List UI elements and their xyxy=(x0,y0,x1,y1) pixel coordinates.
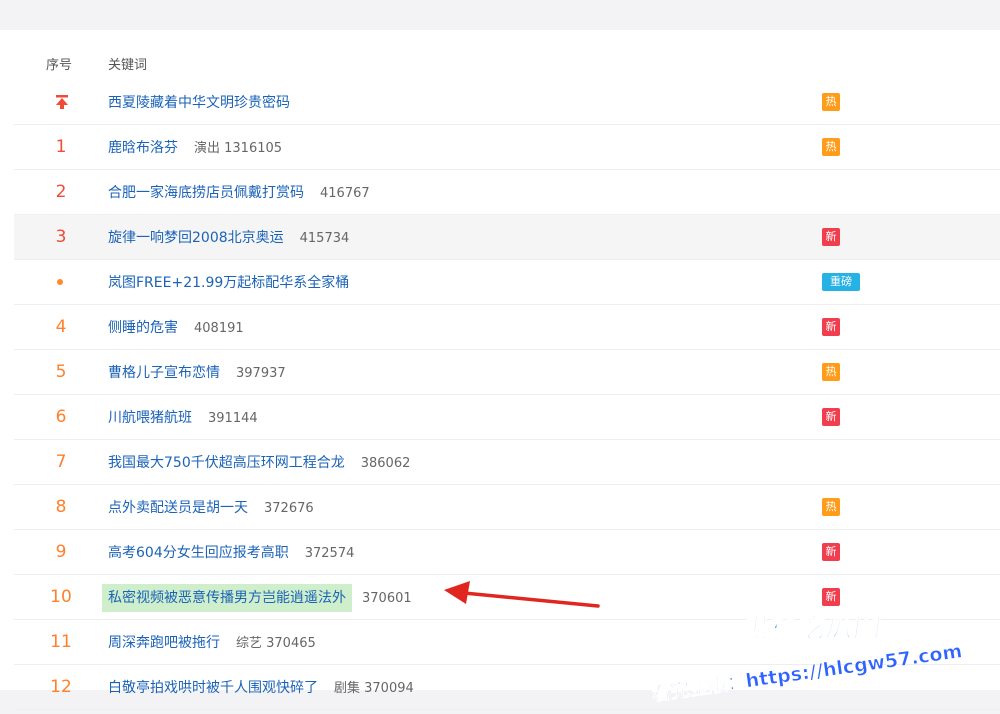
status-badge: 新 xyxy=(822,318,840,336)
keyword-cell: 旋律一响梦回2008北京奥运 415734 xyxy=(102,223,349,251)
table-row[interactable]: 1 鹿晗布洛芬 演出 1316105 热 xyxy=(14,125,1000,170)
rank-number: 3 xyxy=(55,227,67,247)
table-row[interactable]: 9 高考604分女生回应报考高职 372574 新 xyxy=(14,530,1000,575)
rank-number: 12 xyxy=(50,677,72,697)
keyword-link[interactable]: 西夏陵藏着中华文明珍贵密码 xyxy=(102,89,296,117)
watermark: 黑料吃瓜网 看完整版：https://hlcgw57.com xyxy=(650,606,1000,714)
keyword-cell: 西夏陵藏着中华文明珍贵密码 xyxy=(102,88,296,116)
keyword-cell: 周深奔跑吧被拖行 综艺 370465 xyxy=(102,628,316,656)
keyword-link[interactable]: 合肥一家海底捞店员佩戴打赏码 xyxy=(102,179,310,207)
keyword-cell: 合肥一家海底捞店员佩戴打赏码 416767 xyxy=(102,178,370,206)
heat-count: 416767 xyxy=(320,186,370,201)
keyword-cell: 高考604分女生回应报考高职 372574 xyxy=(102,538,354,566)
keyword-link[interactable]: 高考604分女生回应报考高职 xyxy=(102,539,295,567)
keyword-link[interactable]: 周深奔跑吧被拖行 xyxy=(102,629,226,657)
keyword-link[interactable]: 川航喂猪航班 xyxy=(102,404,198,432)
status-badge: 新 xyxy=(822,408,840,426)
rank-number: 10 xyxy=(50,587,72,607)
keyword-link[interactable]: 鹿晗布洛芬 xyxy=(102,134,184,162)
status-badge: 热 xyxy=(822,363,840,381)
status-badge: 热 xyxy=(822,138,840,156)
keyword-link[interactable]: 侧睡的危害 xyxy=(102,314,184,342)
rank-number: 11 xyxy=(50,632,72,652)
table-row[interactable]: 6 川航喂猪航班 391144 新 xyxy=(14,395,1000,440)
status-badge: 热 xyxy=(822,93,840,111)
keyword-cell: 川航喂猪航班 391144 xyxy=(102,403,258,431)
table-row[interactable]: 4 侧睡的危害 408191 新 xyxy=(14,305,1000,350)
keyword-cell: 岚图FREE+21.99万起标配华系全家桶 xyxy=(102,268,355,296)
heat-count: 386062 xyxy=(360,456,411,471)
keyword-link[interactable]: 点外卖配送员是胡一天 xyxy=(102,494,254,522)
heat-count: 372574 xyxy=(304,546,355,561)
heat-count: 演出 1316105 xyxy=(194,141,283,156)
keyword-link[interactable]: 岚图FREE+21.99万起标配华系全家桶 xyxy=(102,269,355,297)
rank-number: 8 xyxy=(55,497,67,517)
keyword-link[interactable]: 白敬亭拍戏哄时被千人围观快碎了 xyxy=(102,674,324,702)
rank-number: 6 xyxy=(55,407,67,427)
table-row[interactable]: 3 旋律一响梦回2008北京奥运 415734 新 xyxy=(14,215,1000,260)
keyword-column-header: 关键词 xyxy=(108,58,148,73)
table-row[interactable]: 岚图FREE+21.99万起标配华系全家桶 重磅 xyxy=(14,260,1000,305)
rank-number: 5 xyxy=(55,362,67,382)
heat-count: 415734 xyxy=(299,231,350,246)
status-badge: 热 xyxy=(822,498,840,516)
keyword-link[interactable]: 旋律一响梦回2008北京奥运 xyxy=(102,224,290,252)
watermark-brand: 黑料吃瓜网 xyxy=(739,613,884,645)
red-arrow-annotation xyxy=(444,581,600,608)
keyword-link[interactable]: 我国最大750千伏超高压环网工程合龙 xyxy=(102,449,351,477)
heat-count: 397937 xyxy=(236,366,286,381)
status-badge: 新 xyxy=(822,588,840,606)
heat-count: 综艺 370465 xyxy=(236,636,316,651)
status-badge: 新 xyxy=(822,228,840,246)
heat-count: 408191 xyxy=(194,321,244,336)
status-badge: 重磅 xyxy=(822,273,860,291)
rank-number: 9 xyxy=(55,542,67,562)
status-badge: 新 xyxy=(822,543,840,561)
keyword-cell: 鹿晗布洛芬 演出 1316105 xyxy=(102,133,282,161)
table-row[interactable]: 7 我国最大750千伏超高压环网工程合龙 386062 xyxy=(14,440,1000,485)
rank-number: 1 xyxy=(55,137,67,157)
rank-number: 4 xyxy=(55,317,67,337)
table-row[interactable]: 2 合肥一家海底捞店员佩戴打赏码 416767 xyxy=(14,170,1000,215)
keyword-cell: 白敬亭拍戏哄时被千人围观快碎了 剧集 370094 xyxy=(102,673,414,701)
keyword-cell: 侧睡的危害 408191 xyxy=(102,313,244,341)
dot-icon xyxy=(57,279,63,285)
rank-column-header: 序号 xyxy=(46,58,73,73)
table-row[interactable]: 西夏陵藏着中华文明珍贵密码 热 xyxy=(14,80,1000,125)
table-row[interactable]: 8 点外卖配送员是胡一天 372676 热 xyxy=(14,485,1000,530)
keyword-link[interactable]: 曹格儿子宣布恋情 xyxy=(102,359,226,387)
table-row[interactable]: 5 曹格儿子宣布恋情 397937 热 xyxy=(14,350,1000,395)
heat-count: 剧集 370094 xyxy=(334,681,414,696)
heat-count: 391144 xyxy=(208,411,258,426)
rank-number: 7 xyxy=(55,452,67,472)
keyword-link[interactable]: 私密视频被恶意传播男方岂能逍遥法外 xyxy=(102,584,352,612)
watermark-url-line: 看完整版：https://hlcgw57.com xyxy=(650,640,964,706)
keyword-cell: 私密视频被恶意传播男方岂能逍遥法外 370601 xyxy=(102,583,412,612)
keyword-cell: 点外卖配送员是胡一天 372676 xyxy=(102,493,314,521)
pin-top-icon xyxy=(56,95,68,109)
keyword-cell: 曹格儿子宣布恋情 397937 xyxy=(102,358,286,386)
keyword-cell: 我国最大750千伏超高压环网工程合龙 386062 xyxy=(102,448,410,476)
heat-count: 372676 xyxy=(264,501,314,516)
rank-number: 2 xyxy=(55,182,67,202)
heat-count: 370601 xyxy=(362,591,412,606)
